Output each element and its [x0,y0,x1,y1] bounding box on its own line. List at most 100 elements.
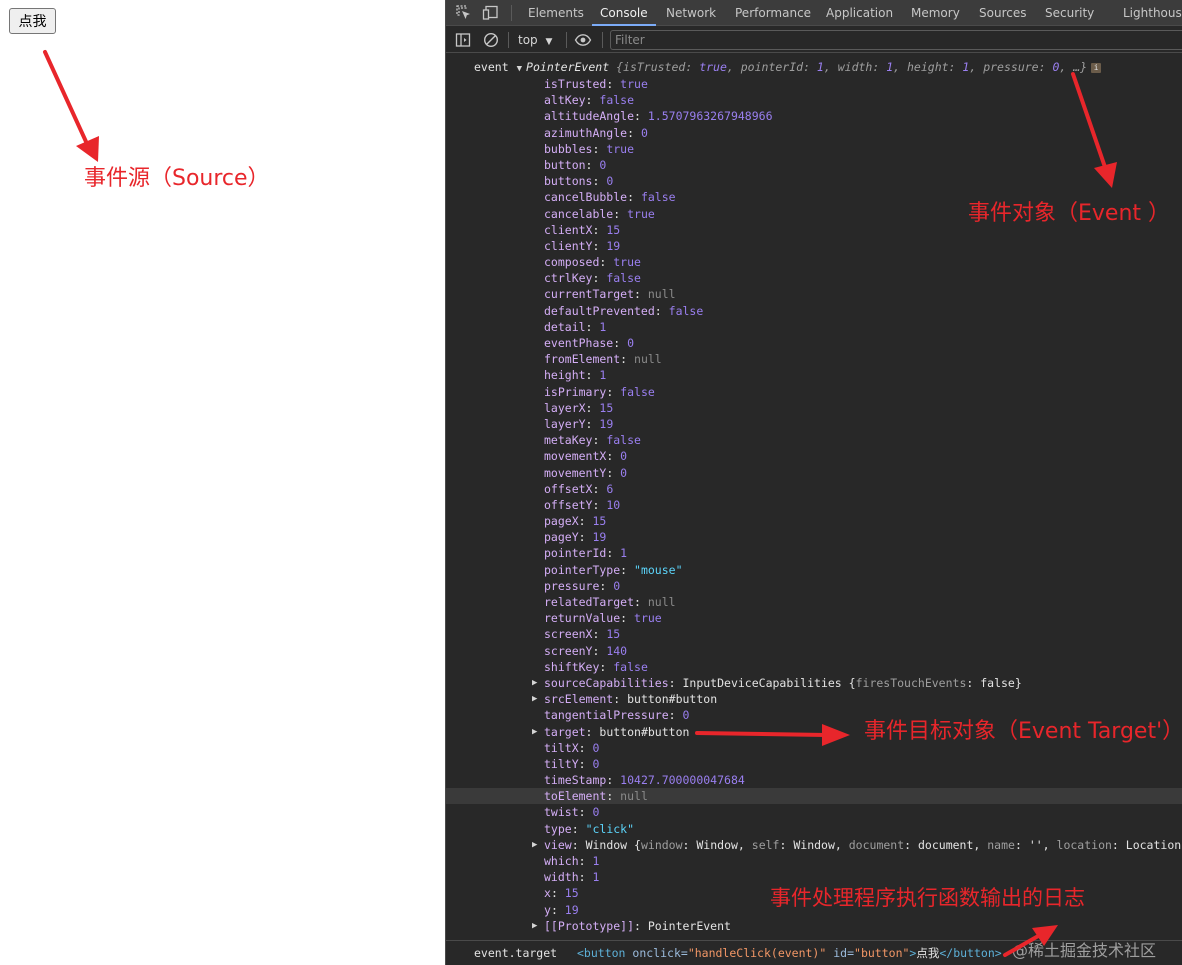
tab-performance[interactable]: Performance [735,0,811,26]
event-object-annotation: 事件对象（Event ） [968,201,1171,226]
property-value: false [640,190,676,205]
property-key: target [544,724,586,739]
filter-input[interactable] [610,30,1182,50]
preview-key: width [837,60,873,74]
preview-key: name [987,837,1015,852]
inspect-icon[interactable] [455,4,473,22]
tab-console[interactable]: Console [592,0,656,26]
property-key: composed [544,255,600,270]
property-key: clientX [544,222,593,237]
property-key: screenY [544,643,593,658]
property-row[interactable]: ▶ sourceCapabilities: InputDeviceCapabili… [446,675,1182,691]
property-key: eventPhase [544,336,614,350]
property-value: false [599,93,635,108]
property-key: metaKey [544,433,593,448]
property-row: pageY: 19 [544,530,607,545]
property-value: 15 [599,400,614,415]
toolbar-separator [566,32,567,48]
preview-value: 1 [816,60,824,74]
expand-triangle-icon[interactable]: ▶ [532,675,537,691]
property-key: isTrusted [544,77,607,91]
property-key: tangentialPressure [544,708,669,723]
log-label: event [474,60,509,74]
eye-icon[interactable] [574,31,592,49]
property-row: shiftKey: false [544,659,648,674]
property-row: pageX: 15 [544,514,607,529]
toolbar-separator [508,32,509,48]
property-value: false [613,659,648,674]
tab-elements[interactable]: Elements [528,0,584,26]
preview-value: '' [1028,837,1043,852]
tab-memory[interactable]: Memory [911,0,960,26]
property-value: 0 [592,756,600,771]
property-row: movementY: 0 [544,465,628,480]
html-attr-value: "button" [854,946,910,960]
property-value: 0 [613,578,621,593]
preview-close: } [1014,675,1022,690]
property-key: twist [544,805,579,820]
property-value: true [634,611,662,626]
property-row: timeStamp: 10427.700000047684 [544,773,745,788]
toolbar-separator [602,32,603,48]
clear-console-icon[interactable] [482,31,500,49]
property-row[interactable]: ▶ view: Window {window: Window, self: Win… [446,837,1182,853]
property-preview: {firesTouchEvents: false} [841,675,1022,690]
property-value: Window [585,837,628,852]
event-log-header[interactable]: event ▼ PointerEvent {isTrusted: true, poi… [474,60,1102,74]
device-toggle-icon[interactable] [482,4,500,22]
tab-lighthouse[interactable]: Lighthouse [1123,0,1182,26]
property-row: altitudeAngle: 1.5707963267948966 [544,109,773,124]
expand-triangle-icon[interactable]: ▼ [517,64,522,74]
property-value: 0 [682,708,690,723]
property-key: y [544,902,551,917]
preview-value: Window [793,837,835,852]
html-element-preview[interactable]: <button onclick="handleClick(event)" id=… [577,941,1002,965]
property-value: 19 [564,902,579,917]
property-row: height: 1 [544,368,607,383]
property-value: 10 [606,497,621,512]
property-key: button [544,157,586,172]
property-key: screenX [544,627,593,642]
property-key: detail [544,319,586,334]
expand-triangle-icon[interactable]: ▶ [532,918,537,934]
property-key: layerY [544,416,586,431]
tab-security[interactable]: Security [1045,0,1094,26]
tab-network[interactable]: Network [666,0,716,26]
property-key: [[Prototype]] [544,918,635,933]
property-value: 0 [592,805,600,820]
expand-triangle-icon[interactable]: ▶ [532,691,537,707]
property-value: false [606,433,641,448]
context-selector[interactable]: top ▼ [518,31,552,49]
property-row: button: 0 [544,157,607,172]
click-me-button[interactable]: 点我 [9,8,56,34]
property-key: cancelable [544,206,614,221]
property-row: screenX: 15 [544,627,621,642]
html-attr-value: "handleClick(event)" [687,946,827,960]
html-attr-name: id [833,946,848,960]
expand-triangle-icon[interactable]: ▶ [532,837,537,853]
expand-triangle-icon[interactable]: ▶ [532,724,537,740]
property-value: "click" [585,821,635,836]
property-row: composed: true [544,255,641,270]
preview-value: Window [696,837,738,852]
property-value: 0 [620,465,628,480]
property-value: 0 [592,740,600,755]
dropdown-caret-icon: ▼ [545,37,553,47]
property-value: 0 [627,336,635,350]
property-key: altitudeAngle [544,109,635,124]
property-key: pressure [544,578,600,593]
tab-sources[interactable]: Sources [979,0,1026,26]
property-key: height [544,368,586,383]
property-key: view [544,837,572,852]
property-row[interactable]: ▶ srcElement: button#button [446,691,1182,707]
property-row[interactable]: ▶ [[Prototype]]: PointerEvent [446,918,1182,934]
property-value: InputDeviceCapabilities [682,675,842,690]
property-key: ctrlKey [544,271,593,286]
sidebar-icon[interactable] [454,31,472,49]
tab-application[interactable]: Application [826,0,893,26]
info-icon[interactable]: i [1091,62,1102,73]
property-key: offsetY [544,497,593,512]
property-value: 1.5707963267948966 [647,109,773,124]
property-value: 15 [564,886,579,901]
property-value: false [668,303,704,318]
